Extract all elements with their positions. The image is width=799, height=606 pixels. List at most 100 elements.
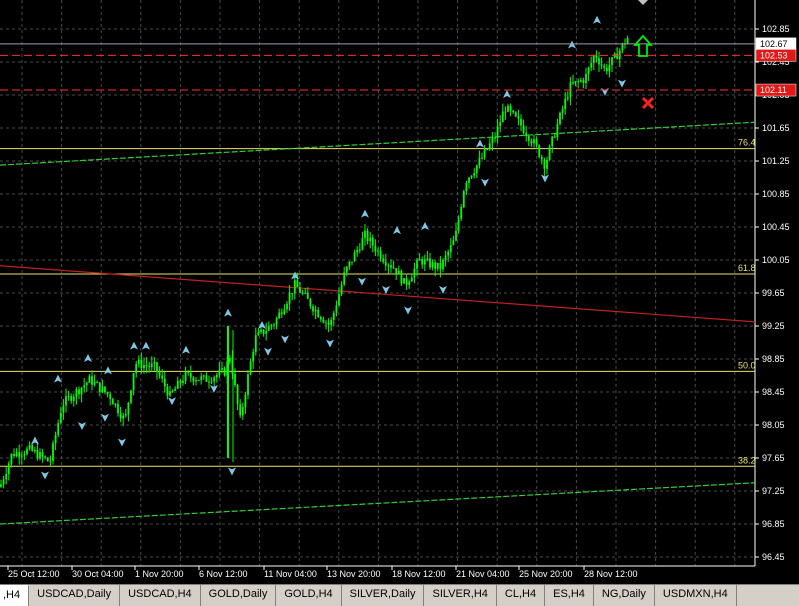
candle-body (574, 81, 577, 84)
chart-tab[interactable]: CL,H4 (497, 585, 546, 606)
chart-shift-marker-icon[interactable] (638, 0, 648, 5)
candle-body (608, 65, 611, 72)
candle-body (5, 473, 8, 480)
candle-body (444, 255, 447, 260)
chart-tab[interactable]: SILVER,Daily (342, 585, 425, 606)
candle-body (577, 81, 580, 83)
candle-body (189, 372, 192, 378)
trendline-green-upper (0, 121, 756, 166)
candle-body (26, 448, 28, 455)
fractal-up-marker (503, 90, 511, 98)
candle-body (338, 294, 340, 306)
candle-body (579, 80, 582, 82)
candle-body (52, 443, 54, 462)
candle-body (423, 259, 426, 265)
candle-body (192, 377, 195, 382)
candle-body (176, 380, 179, 389)
buy-signal-arrow-icon (632, 34, 654, 57)
candle-body (595, 56, 598, 59)
candle-body (36, 450, 39, 459)
candle-body (564, 98, 567, 110)
price-tick-label: 101.25 (762, 156, 790, 166)
candle-body (520, 118, 522, 126)
fractal-up-marker (476, 139, 484, 148)
candle-body (72, 396, 75, 401)
candle-body (465, 182, 468, 192)
candle-body (301, 292, 304, 294)
chart-tab[interactable]: USDCAD,H4 (120, 585, 201, 606)
candle-body (296, 280, 299, 288)
price-tick-label: 100.45 (762, 222, 790, 232)
candle-body (592, 56, 595, 64)
candle-body (228, 357, 231, 362)
candle-body (304, 292, 307, 294)
candle-body (512, 110, 515, 113)
candle-body (10, 453, 13, 464)
candle-body (325, 322, 327, 324)
chart-tab[interactable]: SILVER,H4 (424, 585, 497, 606)
candle-body (62, 405, 65, 413)
candle-body (426, 258, 429, 260)
time-tick-label: 1 Nov 20:00 (135, 569, 184, 579)
candle-body (546, 159, 548, 169)
candle-body (283, 309, 286, 315)
chart-tab[interactable]: ES,H4 (545, 585, 594, 606)
candle-body (23, 454, 26, 456)
candle-body (137, 359, 140, 364)
candle-body (28, 445, 31, 449)
candle-body (119, 413, 122, 419)
candle-body (306, 292, 309, 299)
candle-body (278, 312, 281, 319)
candle-body (195, 380, 197, 382)
price-tick-label: 100.85 (762, 189, 790, 199)
candle-body (127, 402, 130, 415)
candle-body (7, 463, 10, 474)
candle-body (364, 230, 366, 239)
chart-tab[interactable]: ,H4 (0, 585, 30, 606)
candle-body (522, 125, 525, 133)
time-tick-label: 25 Nov 20:00 (519, 569, 573, 579)
chart-tab[interactable]: GOLD,H4 (276, 585, 342, 606)
price-tick-label: 97.25 (762, 486, 785, 496)
candle-body (561, 109, 564, 113)
candle-body (122, 415, 125, 419)
candle-body (335, 305, 338, 313)
candle-body (130, 390, 132, 403)
time-tick-label: 13 Nov 20:00 (327, 569, 381, 579)
candle-body (457, 218, 460, 231)
candle-body (158, 371, 161, 376)
fractal-up-marker (568, 40, 576, 49)
chart-tab[interactable]: NG,Daily (594, 585, 655, 606)
candle-body (91, 376, 93, 385)
fractal-down-marker (78, 422, 86, 430)
candle-body (265, 330, 268, 334)
fractal-up-marker (130, 341, 138, 350)
fractal-down-marker (281, 335, 289, 344)
price-tick-label: 100.05 (762, 255, 790, 265)
price-tick-label: 98.85 (762, 354, 785, 364)
candle-body (447, 251, 450, 256)
candle-body (382, 258, 385, 262)
candle-body (312, 306, 314, 312)
candle-body (223, 368, 226, 376)
price-chart[interactable]: 102.85102.45102.05101.65101.25100.85100.… (0, 0, 799, 584)
candle-body (182, 380, 184, 383)
candle-body (626, 38, 629, 45)
time-tick-label: 21 Nov 04:00 (456, 569, 510, 579)
candle-body (501, 111, 504, 123)
price-tick-label: 98.45 (762, 387, 785, 397)
candle-body (169, 391, 171, 396)
candle-body (556, 124, 559, 138)
candle-body (145, 364, 148, 366)
fractal-down-marker (382, 285, 390, 294)
chart-canvas[interactable]: 102.85102.45102.05101.65101.25100.85100.… (0, 0, 799, 584)
chart-tab[interactable]: USDMXN,H4 (655, 585, 737, 606)
candle-body (280, 312, 283, 315)
candle-body (478, 158, 481, 166)
candle-body (455, 230, 457, 241)
chart-tab[interactable]: GOLD,Daily (201, 585, 277, 606)
chart-tab-bar: ,H4 USDCAD,Daily USDCAD,H4 GOLD,Daily GOLD,H… (0, 584, 799, 606)
chart-tab[interactable]: USDCAD,Daily (29, 585, 121, 606)
candle-body (85, 382, 88, 386)
candle-body (215, 374, 218, 378)
